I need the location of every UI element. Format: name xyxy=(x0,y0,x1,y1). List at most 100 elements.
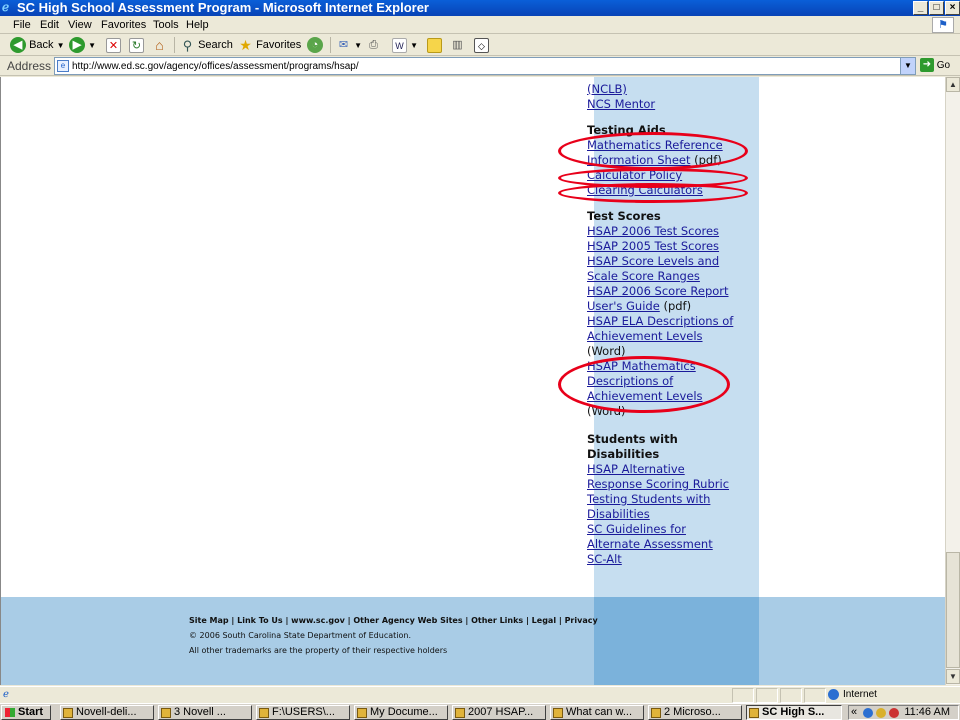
search-label: Search xyxy=(198,39,233,51)
system-tray: « 11:46 AM xyxy=(848,705,959,720)
forward-button[interactable]: ▶ ▼ xyxy=(69,36,96,54)
taskbar-item-label: SC High S... xyxy=(762,706,825,718)
scroll-down-button[interactable]: ▼ xyxy=(946,669,960,684)
taskbar-item-label: What can w... xyxy=(566,706,633,718)
page-icon: e xyxy=(57,60,69,72)
close-button[interactable]: × xyxy=(945,1,960,15)
link-text: Response Scoring Rubric xyxy=(587,477,730,491)
history-button[interactable]: ◔ xyxy=(307,36,323,54)
taskbar-item[interactable]: 2 Microso... xyxy=(648,705,742,720)
taskbar-item-label: My Docume... xyxy=(370,706,438,718)
taskbar-item[interactable]: 2007 HSAP... xyxy=(452,705,546,720)
discuss-button[interactable] xyxy=(427,36,442,54)
toolbar: ◀ Back ▼ ▶ ▼ ✕ ↻ ⌂ ⚲ Search ★ Favorites … xyxy=(0,34,960,56)
forward-arrow-icon: ▶ xyxy=(69,37,85,54)
page-status-icon: ℯ xyxy=(3,689,9,700)
menu-file[interactable]: File xyxy=(13,18,31,32)
link-ncs-mentor[interactable]: NCS Mentor xyxy=(587,97,757,112)
file-type-label: (pdf) xyxy=(659,299,692,313)
test-scores-heading: Test Scores xyxy=(587,209,661,223)
address-input[interactable]: e http://www.ed.sc.gov/agency/offices/as… xyxy=(54,57,916,75)
link-text: HSAP ELA Descriptions of xyxy=(587,314,734,328)
link-nclb[interactable]: (NCLB) xyxy=(587,82,757,97)
vertical-scrollbar[interactable]: ▲ ▼ xyxy=(945,77,960,685)
annotation-oval xyxy=(558,183,748,203)
mail-icon: ✉ xyxy=(338,38,349,51)
back-button[interactable]: ◀ Back ▼ xyxy=(10,36,65,54)
link-ela-descriptions[interactable]: HSAP ELA Descriptions of Achievement Lev… xyxy=(587,314,757,359)
mail-button[interactable]: ✉ ▼ xyxy=(336,36,362,54)
search-button[interactable]: ⚲ Search xyxy=(180,36,233,54)
app-icon xyxy=(455,708,465,718)
chevron-down-icon: ▼ xyxy=(410,41,418,50)
link-text: Disabilities xyxy=(587,507,650,521)
taskbar-item-label: 2 Microso... xyxy=(664,706,721,718)
link-text: User's Guide xyxy=(587,299,660,313)
heading-text: Students with xyxy=(587,432,678,446)
menu-bar: File Edit View Favorites Tools Help ⚑ xyxy=(0,16,960,34)
taskbar-item[interactable]: 3 Novell ... xyxy=(158,705,252,720)
menu-tools[interactable]: Tools xyxy=(153,18,179,32)
link-sc-alt[interactable]: SC-Alt xyxy=(587,552,757,567)
windows-logo-icon xyxy=(5,708,15,717)
taskbar-item[interactable]: Novell-deli... xyxy=(60,705,154,720)
home-button[interactable]: ⌂ xyxy=(152,36,167,54)
address-label: Address xyxy=(7,59,52,73)
app-icon xyxy=(63,708,73,718)
network-icon[interactable] xyxy=(863,708,873,718)
start-button[interactable]: Start xyxy=(1,705,51,720)
security-zone: Internet xyxy=(828,688,877,703)
annotation-oval xyxy=(558,132,748,170)
link-text: HSAP Score Levels and xyxy=(587,254,720,268)
scroll-thumb[interactable] xyxy=(946,552,960,668)
research-button[interactable]: ▥ xyxy=(450,36,465,54)
link-text: SC Guidelines for xyxy=(587,522,686,536)
zone-label: Internet xyxy=(843,689,877,700)
word-icon: W xyxy=(392,37,407,53)
scroll-up-button[interactable]: ▲ xyxy=(946,77,960,92)
search-icon: ⚲ xyxy=(182,37,193,53)
link-sc-guidelines[interactable]: SC Guidelines for Alternate Assessment xyxy=(587,522,757,552)
taskbar-item[interactable]: What can w... xyxy=(550,705,644,720)
link-hsap-2005-scores[interactable]: HSAP 2005 Test Scores xyxy=(587,239,757,254)
link-testing-disabilities[interactable]: Testing Students with Disabilities xyxy=(587,492,757,522)
taskbar-item[interactable]: F:\USERS\... xyxy=(256,705,350,720)
menu-view[interactable]: View xyxy=(68,18,92,32)
home-icon: ⌂ xyxy=(155,36,164,53)
link-hsap-2006-scores[interactable]: HSAP 2006 Test Scores xyxy=(587,224,757,239)
address-dropdown-button[interactable]: ▼ xyxy=(900,58,915,74)
favorites-button[interactable]: ★ Favorites xyxy=(238,36,301,54)
maximize-button[interactable]: □ xyxy=(929,1,944,15)
link-score-levels[interactable]: HSAP Score Levels and Scale Score Ranges xyxy=(587,254,757,284)
menu-favorites[interactable]: Favorites xyxy=(101,18,146,32)
stop-button[interactable]: ✕ xyxy=(106,36,121,54)
footer-links[interactable]: Site Map | Link To Us | www.sc.gov | Oth… xyxy=(189,613,598,628)
link-score-report-guide[interactable]: HSAP 2006 Score Report User's Guide (pdf… xyxy=(587,284,757,314)
folder-icon xyxy=(259,708,269,718)
link-alternative-rubric[interactable]: HSAP Alternative Response Scoring Rubric xyxy=(587,462,757,492)
minimize-button[interactable]: _ xyxy=(913,1,928,15)
footer-trademarks: All other trademarks are the property of… xyxy=(189,646,448,655)
toolbar-separator xyxy=(330,37,331,53)
status-cell xyxy=(804,688,826,703)
messenger-button[interactable]: ◇ xyxy=(474,36,489,54)
print-button[interactable]: ⎙ xyxy=(366,36,381,54)
taskbar-item-label: Novell-deli... xyxy=(76,706,137,718)
edit-button[interactable]: W ▼ xyxy=(392,36,418,54)
taskbar-item-active[interactable]: SC High S... xyxy=(746,705,842,720)
menu-help[interactable]: Help xyxy=(186,18,209,32)
refresh-icon: ↻ xyxy=(129,37,144,53)
menu-edit[interactable]: Edit xyxy=(40,18,59,32)
app-icon xyxy=(553,708,563,718)
tray-app-icon[interactable] xyxy=(876,708,886,718)
taskbar-item[interactable]: My Docume... xyxy=(354,705,448,720)
taskbar-item-label: 2007 HSAP... xyxy=(468,706,534,718)
tray-expand-icon[interactable]: « xyxy=(851,706,857,719)
link-text: Achievement Levels xyxy=(587,329,703,343)
chevron-down-icon: ▼ xyxy=(354,41,362,50)
page-viewport: (NCLB) NCS Mentor Testing Aids Mathemati… xyxy=(0,77,945,685)
go-button[interactable]: ➜ Go xyxy=(920,58,950,74)
go-arrow-icon: ➜ xyxy=(920,58,934,73)
volume-icon[interactable] xyxy=(889,708,899,718)
refresh-button[interactable]: ↻ xyxy=(129,36,144,54)
